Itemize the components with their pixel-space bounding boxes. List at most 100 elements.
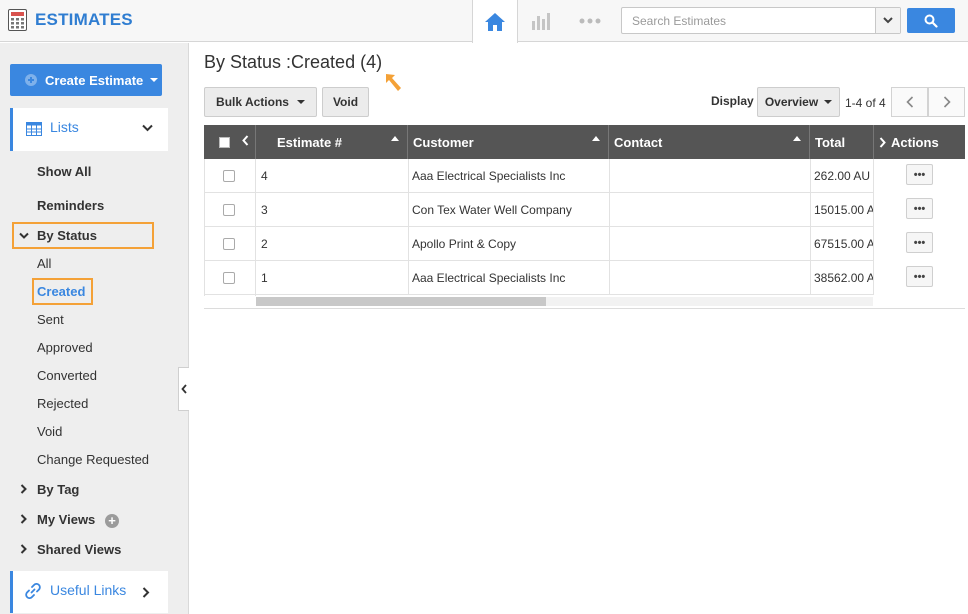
table-row[interactable]: 4 Aaa Electrical Specialists Inc 262.00 … bbox=[204, 159, 965, 193]
sidebar-item-my-views[interactable]: My Views bbox=[37, 512, 95, 527]
create-estimate-label: Create Estimate bbox=[45, 72, 144, 88]
sidebar-item-void[interactable]: Void bbox=[37, 424, 62, 439]
row-actions-button[interactable]: ••• bbox=[906, 232, 933, 253]
sidebar-item-converted[interactable]: Converted bbox=[37, 368, 97, 383]
row-actions-button[interactable]: ••• bbox=[906, 164, 933, 185]
search-input[interactable] bbox=[622, 8, 875, 33]
column-divider bbox=[810, 193, 811, 227]
estimate-number[interactable]: 1 bbox=[261, 261, 401, 295]
sidebar-item-rejected[interactable]: Rejected bbox=[37, 396, 88, 411]
total-amount: 67515.00 A bbox=[814, 237, 873, 251]
total-amount: 38562.00 A bbox=[814, 271, 873, 285]
home-nav-button[interactable] bbox=[472, 0, 518, 43]
table-row[interactable]: 3 Con Tex Water Well Company 15015.00 A … bbox=[204, 193, 965, 227]
customer-name[interactable]: Con Tex Water Well Company bbox=[412, 193, 607, 227]
sidebar-item-all[interactable]: All bbox=[37, 256, 51, 271]
prev-page-button[interactable] bbox=[891, 87, 928, 117]
sort-asc-icon bbox=[592, 136, 600, 141]
estimate-number[interactable]: 4 bbox=[261, 159, 401, 193]
row-checkbox[interactable] bbox=[223, 170, 235, 182]
column-divider bbox=[255, 159, 256, 296]
display-value: Overview bbox=[764, 95, 819, 109]
row-checkbox[interactable] bbox=[223, 238, 235, 250]
plus-circle-icon bbox=[25, 74, 37, 86]
bar-chart-icon bbox=[532, 13, 550, 30]
search-button[interactable] bbox=[907, 8, 955, 33]
table-row[interactable]: 2 Apollo Print & Copy 67515.00 A ••• bbox=[204, 227, 965, 261]
sidebar-item-sent[interactable]: Sent bbox=[37, 312, 64, 327]
row-actions-cell: ••• bbox=[873, 227, 965, 261]
horizontal-scrollbar[interactable] bbox=[256, 297, 873, 306]
calendar-grid-icon bbox=[26, 122, 42, 136]
customer-name[interactable]: Aaa Electrical Specialists Inc bbox=[412, 159, 607, 193]
sidebar-item-by-tag[interactable]: By Tag bbox=[37, 482, 79, 497]
lists-panel-header[interactable]: Lists bbox=[10, 108, 168, 151]
chevron-right-icon[interactable] bbox=[879, 136, 886, 148]
customer-name[interactable]: Aaa Electrical Specialists Inc bbox=[412, 261, 607, 295]
next-page-button[interactable] bbox=[928, 87, 965, 117]
total-amount: 262.00 AU bbox=[814, 169, 871, 183]
create-estimate-button[interactable]: Create Estimate bbox=[10, 64, 162, 96]
column-divider bbox=[810, 227, 811, 261]
column-header-actions: Actions bbox=[873, 125, 965, 159]
chevron-right-icon bbox=[20, 544, 27, 554]
column-header-estimate[interactable]: Estimate # bbox=[256, 125, 408, 159]
column-divider bbox=[609, 227, 610, 261]
sidebar-item-shared-views[interactable]: Shared Views bbox=[37, 542, 121, 557]
table-header: Estimate # Customer Contact Total Action… bbox=[204, 125, 965, 159]
row-actions-button[interactable]: ••• bbox=[906, 266, 933, 287]
useful-links-panel-header[interactable]: Useful Links bbox=[10, 571, 168, 613]
row-actions-cell: ••• bbox=[873, 159, 965, 193]
chevron-left-icon bbox=[905, 96, 913, 108]
sidebar-item-by-status[interactable]: By Status bbox=[37, 228, 97, 243]
add-view-icon[interactable]: + bbox=[105, 514, 119, 528]
search-dropdown-button[interactable] bbox=[875, 8, 900, 33]
column-header-contact[interactable]: Contact bbox=[609, 125, 810, 159]
sidebar: Create Estimate Lists Show All Reminders… bbox=[0, 43, 189, 614]
column-divider bbox=[609, 159, 610, 193]
home-icon bbox=[485, 12, 505, 31]
column-header-label: Total bbox=[815, 134, 846, 150]
row-select-cell bbox=[223, 261, 243, 295]
customer-name[interactable]: Apollo Print & Copy bbox=[412, 227, 607, 261]
contact-name bbox=[614, 261, 804, 295]
top-bar: ESTIMATES bbox=[0, 0, 968, 43]
sort-asc-icon bbox=[793, 136, 801, 141]
sidebar-item-approved[interactable]: Approved bbox=[37, 340, 93, 355]
chevron-down-icon bbox=[142, 124, 153, 132]
contact-name bbox=[614, 159, 804, 193]
column-header-total[interactable]: Total bbox=[810, 125, 873, 159]
column-divider bbox=[408, 261, 409, 295]
select-all-checkbox[interactable] bbox=[219, 136, 230, 148]
void-button[interactable]: Void bbox=[322, 87, 369, 117]
scrollbar-thumb[interactable] bbox=[256, 297, 546, 306]
column-header-customer[interactable]: Customer bbox=[408, 125, 609, 159]
arrow-annotation-icon bbox=[386, 74, 401, 91]
column-divider bbox=[408, 227, 409, 261]
chevron-right-icon bbox=[20, 514, 27, 524]
pagination-label: 1-4 of 4 bbox=[845, 96, 886, 110]
column-divider bbox=[810, 159, 811, 193]
column-header-label: Estimate # bbox=[277, 134, 343, 150]
table-row[interactable]: 1 Aaa Electrical Specialists Inc 38562.0… bbox=[204, 261, 965, 295]
row-select-cell bbox=[223, 227, 243, 261]
row-actions-button[interactable]: ••• bbox=[906, 198, 933, 219]
row-select-cell bbox=[223, 193, 243, 227]
sidebar-item-reminders[interactable]: Reminders bbox=[37, 198, 104, 213]
sidebar-item-created[interactable]: Created bbox=[37, 284, 85, 299]
column-divider bbox=[810, 261, 811, 295]
contact-name bbox=[614, 227, 804, 261]
more-icon bbox=[579, 18, 601, 24]
bulk-actions-button[interactable]: Bulk Actions bbox=[204, 87, 317, 117]
sidebar-item-change-requested[interactable]: Change Requested bbox=[37, 452, 149, 467]
row-checkbox[interactable] bbox=[223, 204, 235, 216]
chevron-left-icon[interactable] bbox=[242, 135, 249, 146]
reports-nav-button[interactable] bbox=[518, 0, 564, 42]
more-nav-button[interactable] bbox=[567, 0, 613, 42]
sidebar-item-show-all[interactable]: Show All bbox=[37, 164, 91, 179]
sidebar-collapse-handle[interactable] bbox=[178, 367, 189, 411]
row-checkbox[interactable] bbox=[223, 272, 235, 284]
display-select[interactable]: Overview bbox=[757, 87, 840, 117]
estimate-number[interactable]: 2 bbox=[261, 227, 401, 261]
estimate-number[interactable]: 3 bbox=[261, 193, 401, 227]
